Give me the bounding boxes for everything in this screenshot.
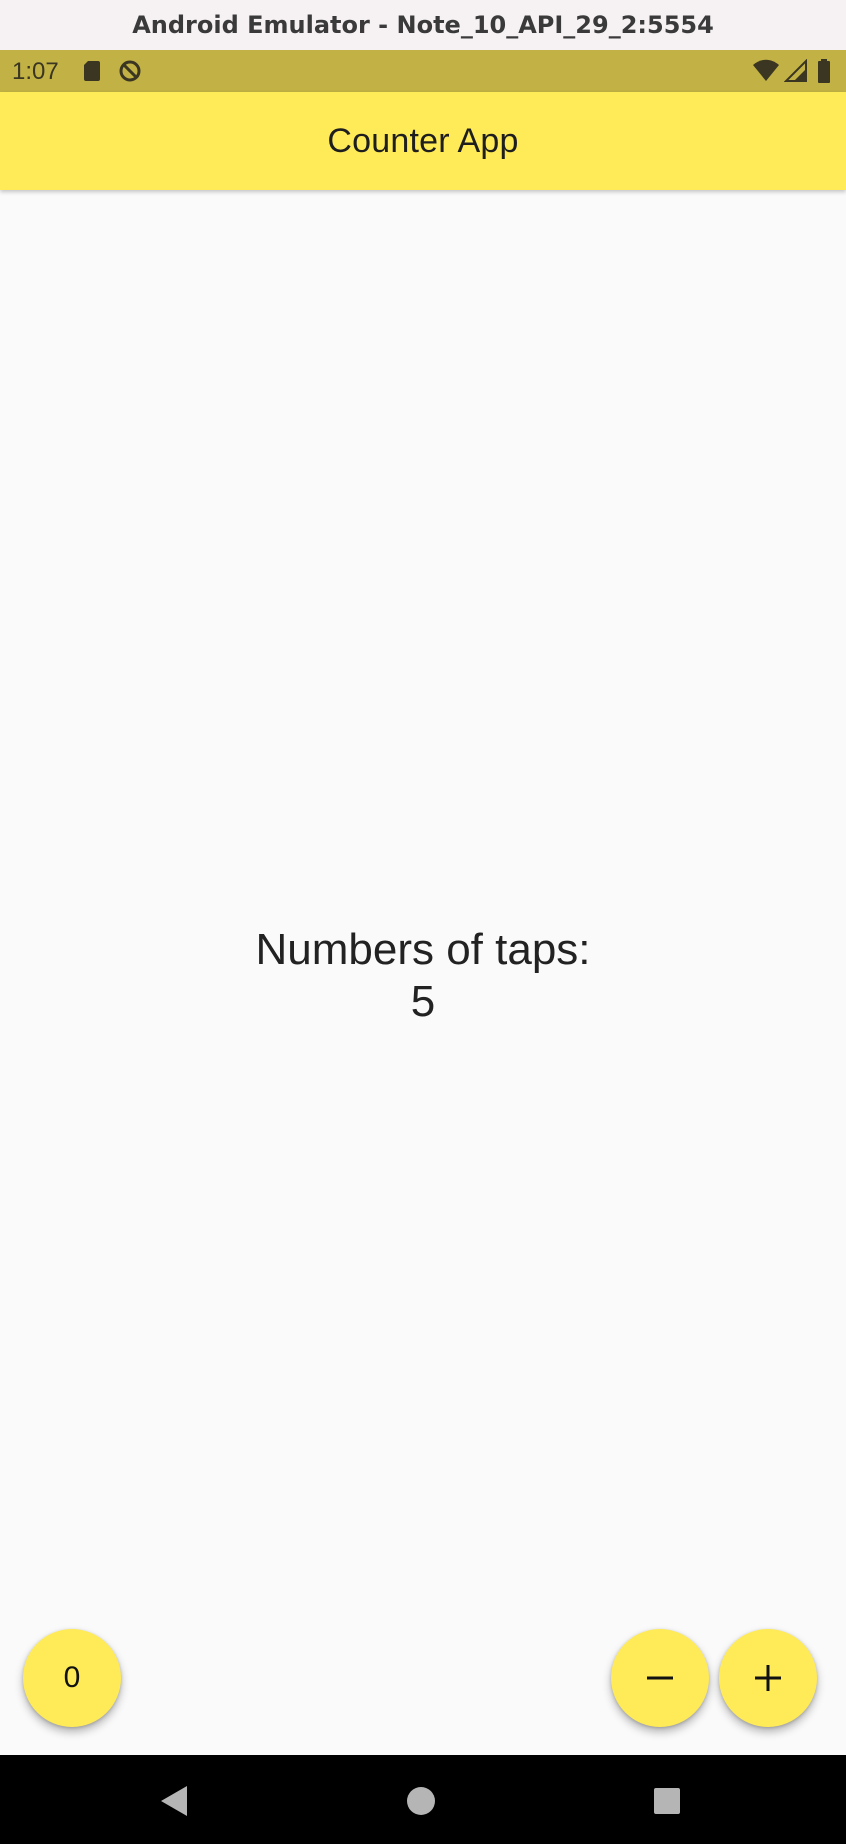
- navigation-bar: [0, 1755, 846, 1844]
- wifi-icon: [752, 59, 780, 83]
- decrement-button[interactable]: [611, 1629, 709, 1727]
- counter-value: 5: [410, 977, 436, 1026]
- window-title: Android Emulator - Note_10_API_29_2:5554: [132, 11, 714, 39]
- battery-icon: [816, 59, 832, 83]
- counter-label: Numbers of taps:: [255, 925, 591, 974]
- app-title: Counter App: [327, 121, 519, 160]
- main-content: Numbers of taps: 5: [0, 190, 846, 1755]
- sd-card-icon: [80, 59, 104, 83]
- status-time: 1:07: [12, 58, 59, 85]
- status-bar: 1:07: [0, 50, 846, 92]
- window-titlebar: Android Emulator - Note_10_API_29_2:5554: [0, 0, 846, 50]
- app-bar: Counter App: [0, 92, 846, 190]
- counter-display: Numbers of taps: 5: [0, 924, 846, 1028]
- recents-icon[interactable]: [643, 1777, 691, 1825]
- emulator-window: Android Emulator - Note_10_API_29_2:5554…: [0, 0, 846, 1844]
- minus-icon: [645, 1663, 675, 1693]
- reset-button-label: 0: [63, 1661, 81, 1694]
- increment-button[interactable]: [719, 1629, 817, 1727]
- no-sync-icon: [118, 59, 142, 83]
- plus-icon: [753, 1663, 783, 1693]
- cell-signal-icon: [783, 58, 808, 83]
- home-icon[interactable]: [397, 1777, 445, 1825]
- back-icon[interactable]: [150, 1777, 198, 1825]
- reset-button[interactable]: 0: [23, 1629, 121, 1727]
